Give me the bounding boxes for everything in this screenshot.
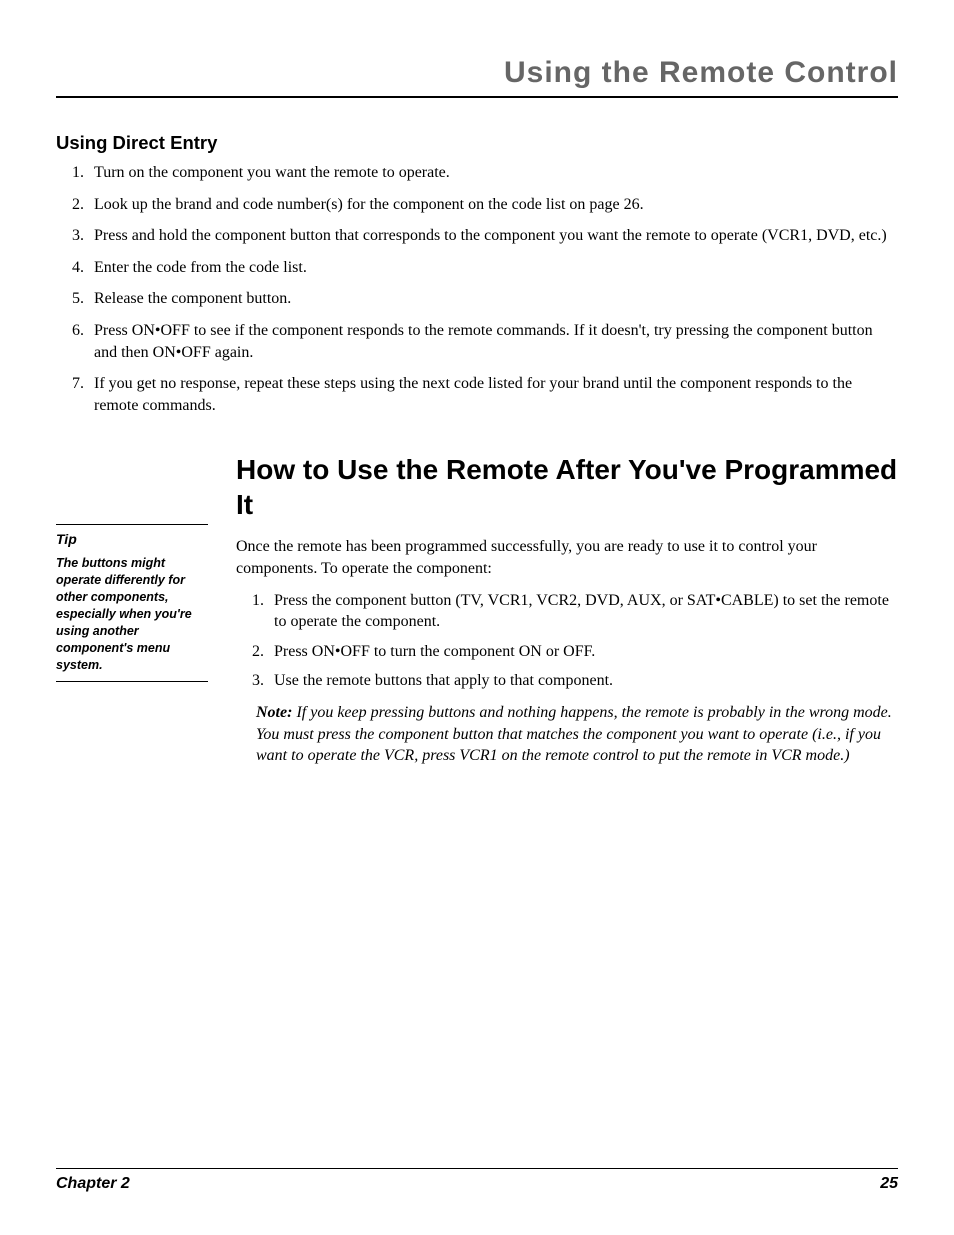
note-body: If you keep pressing buttons and nothing…: [256, 704, 892, 764]
tip-heading: Tip: [56, 531, 208, 547]
intro-paragraph: Once the remote has been programmed succ…: [236, 536, 898, 579]
list-item: Press ON•OFF to turn the component ON or…: [268, 641, 898, 663]
page: Using the Remote Control Using Direct En…: [0, 0, 954, 1235]
section-heading-how-to-use: How to Use the Remote After You've Progr…: [236, 452, 898, 522]
list-item: Press the component button (TV, VCR1, VC…: [268, 590, 898, 633]
page-number: 25: [880, 1175, 898, 1193]
page-footer: Chapter 2 25: [56, 1168, 898, 1193]
tip-sidebar: Tip The buttons might operate differentl…: [56, 442, 208, 682]
list-item: Turn on the component you want the remot…: [88, 162, 898, 184]
section-heading-direct-entry: Using Direct Entry: [56, 132, 898, 154]
tip-rule-bottom: [56, 681, 208, 682]
tip-rule-top: [56, 524, 208, 525]
main-column: How to Use the Remote After You've Progr…: [236, 442, 898, 766]
list-item: If you get no response, repeat these ste…: [88, 373, 898, 416]
note-label: Note:: [256, 704, 292, 721]
list-item: Release the component button.: [88, 288, 898, 310]
list-item: Press ON•OFF to see if the component res…: [88, 320, 898, 363]
two-column-layout: Tip The buttons might operate differentl…: [56, 442, 898, 766]
chapter-label: Chapter 2: [56, 1175, 130, 1193]
note-block: Note: If you keep pressing buttons and n…: [256, 702, 898, 767]
list-item: Press and hold the component button that…: [88, 225, 898, 247]
running-header: Using the Remote Control: [56, 56, 898, 98]
how-to-use-steps: Press the component button (TV, VCR1, VC…: [236, 590, 898, 692]
direct-entry-steps: Turn on the component you want the remot…: [56, 162, 898, 416]
list-item: Look up the brand and code number(s) for…: [88, 194, 898, 216]
tip-body: The buttons might operate differently fo…: [56, 555, 208, 673]
list-item: Enter the code from the code list.: [88, 257, 898, 279]
list-item: Use the remote buttons that apply to tha…: [268, 670, 898, 692]
